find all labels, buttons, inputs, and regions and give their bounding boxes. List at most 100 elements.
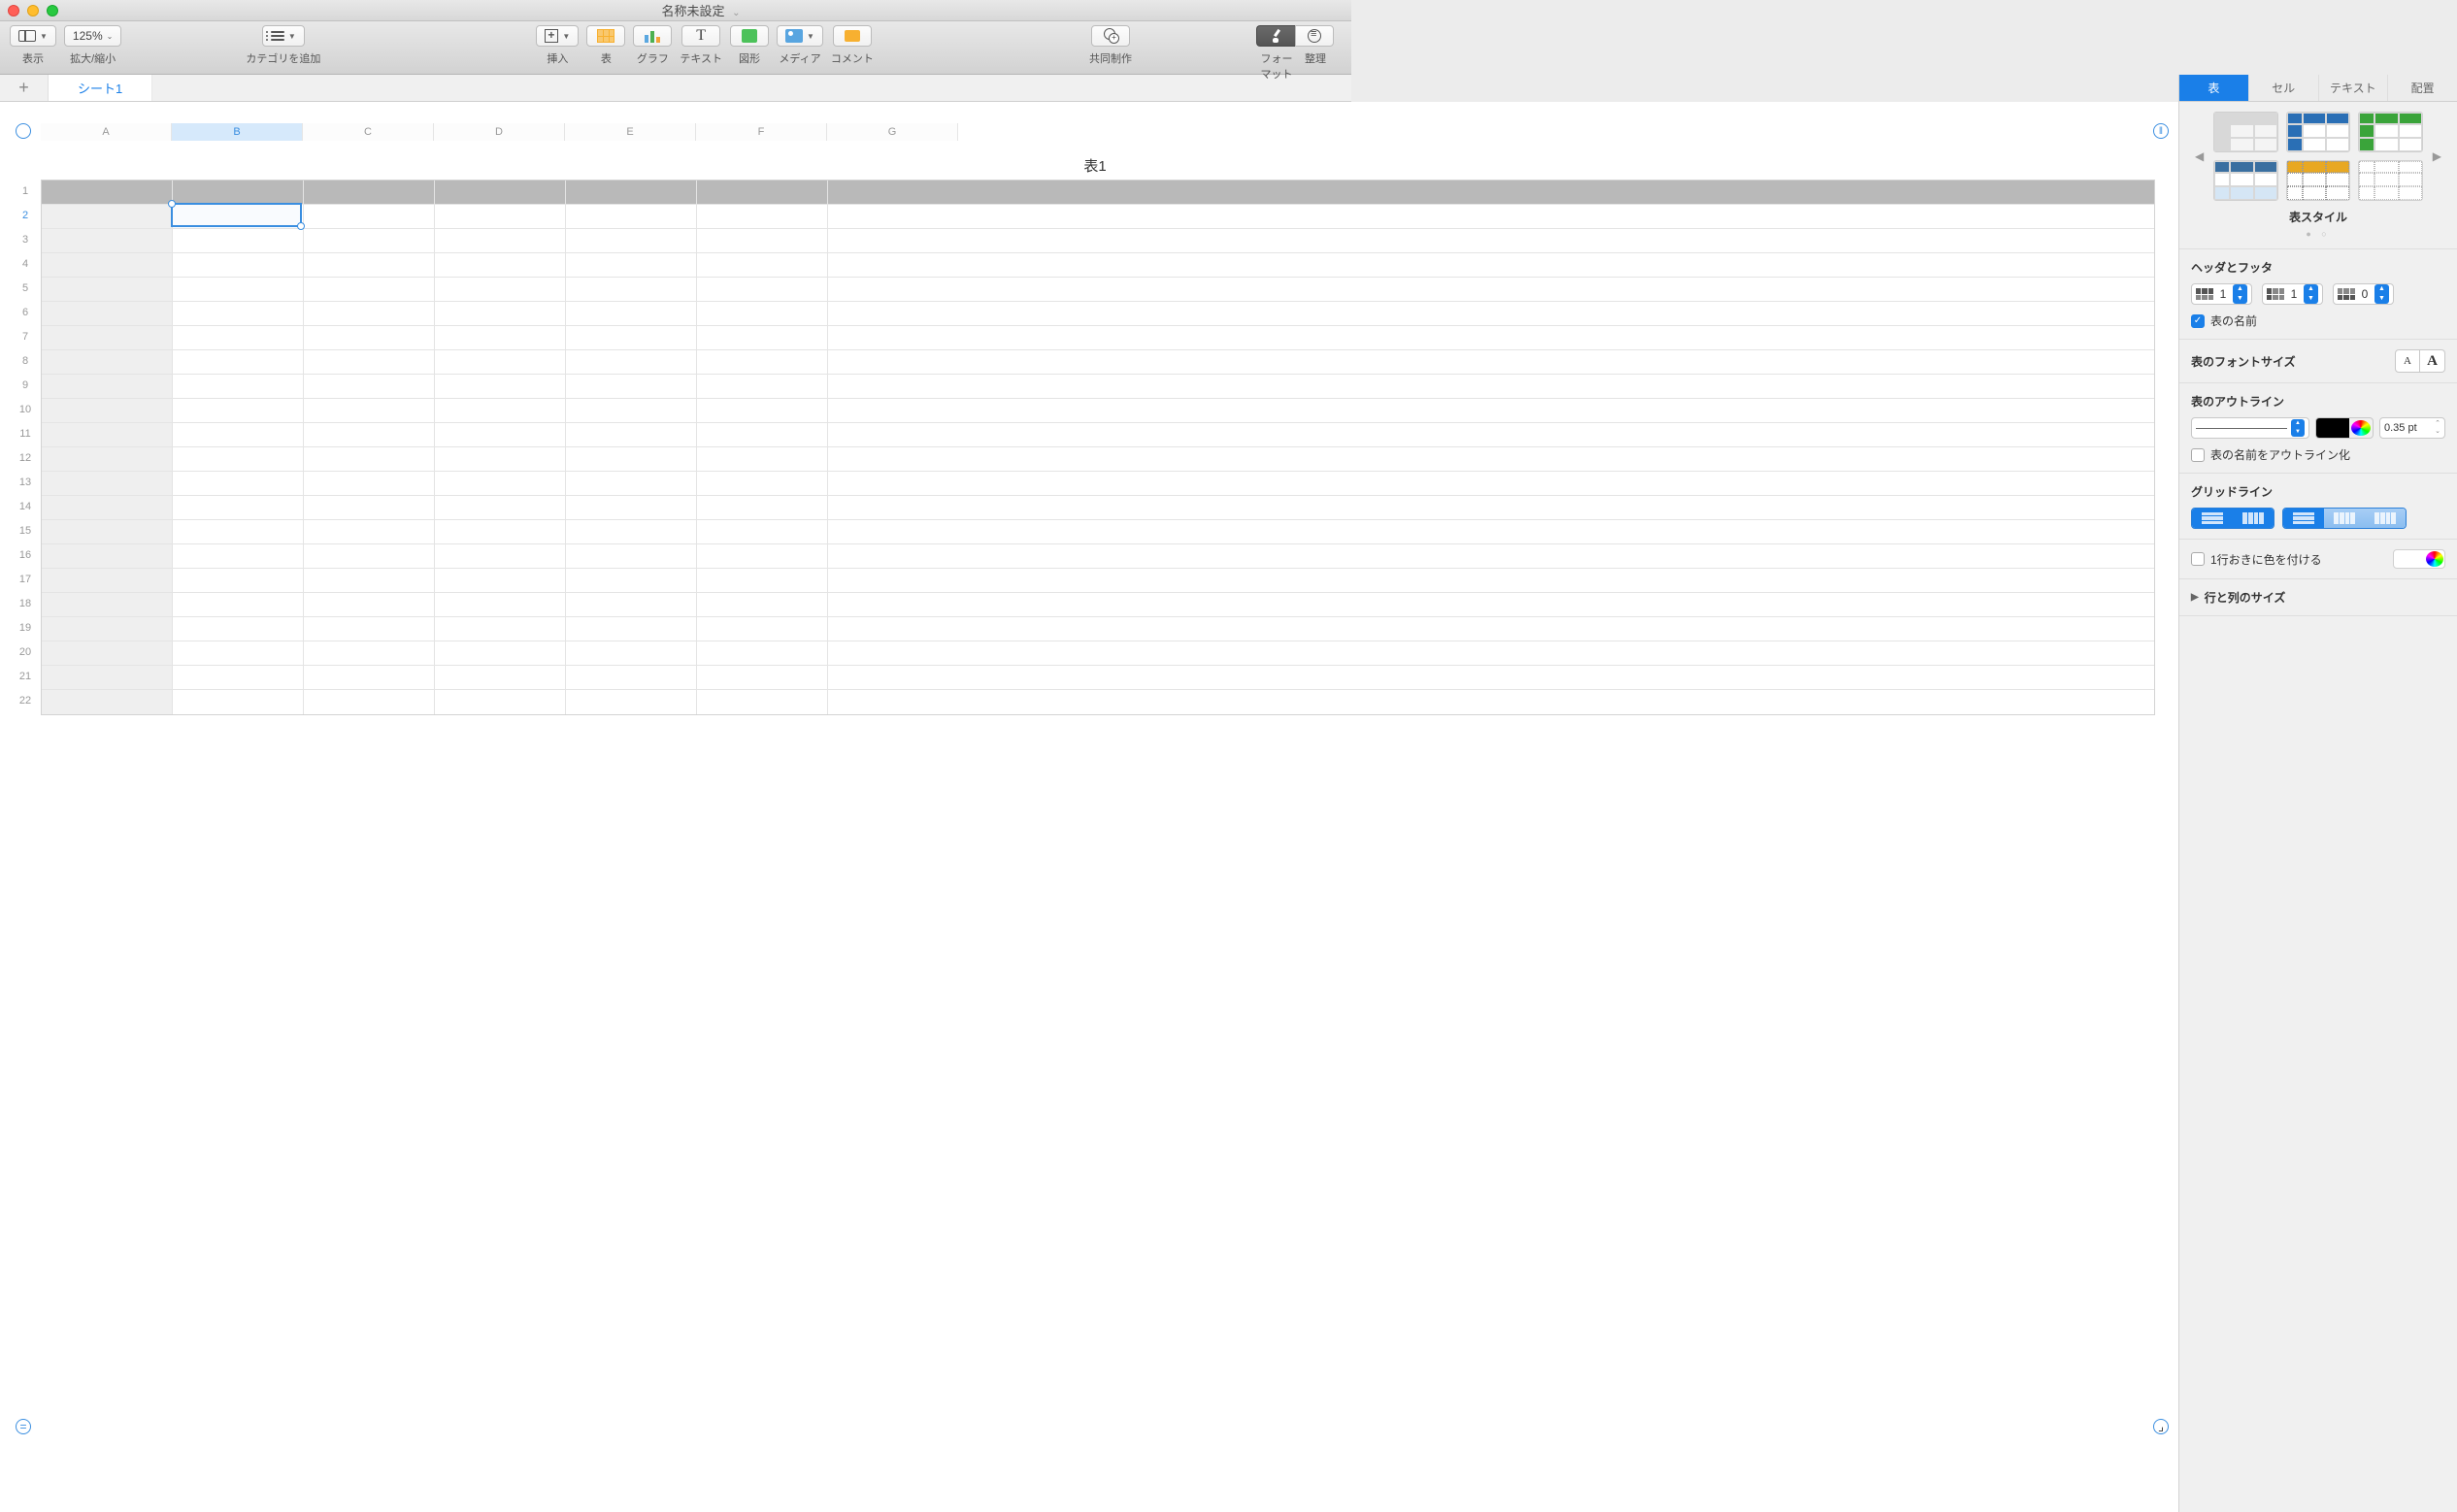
cell[interactable] <box>173 302 304 325</box>
cell[interactable] <box>435 399 566 422</box>
cell[interactable] <box>697 253 828 277</box>
cell[interactable] <box>304 496 435 519</box>
cell[interactable] <box>435 181 566 204</box>
cell[interactable] <box>42 229 173 252</box>
row-header[interactable]: 16 <box>14 543 37 568</box>
cell[interactable] <box>173 375 304 398</box>
stepper-arrows[interactable]: ▲▼ <box>2291 419 2305 437</box>
row-header[interactable]: 17 <box>14 568 37 592</box>
cell[interactable] <box>828 375 959 398</box>
cell[interactable] <box>435 569 566 592</box>
zoom-button[interactable]: 125%⌄ <box>64 25 121 47</box>
cell[interactable] <box>566 593 697 616</box>
cell[interactable] <box>304 253 435 277</box>
cell[interactable] <box>42 666 173 689</box>
cell[interactable] <box>42 569 173 592</box>
row-header[interactable]: 5 <box>14 277 37 301</box>
cell[interactable] <box>42 350 173 374</box>
cell[interactable] <box>173 520 304 543</box>
cell[interactable] <box>304 181 435 204</box>
cell[interactable] <box>42 520 173 543</box>
cell[interactable] <box>304 399 435 422</box>
cell[interactable] <box>435 350 566 374</box>
cell[interactable] <box>42 593 173 616</box>
cell[interactable] <box>173 447 304 471</box>
cell[interactable] <box>566 205 697 228</box>
font-smaller-button[interactable]: A <box>2395 349 2420 373</box>
row-header[interactable]: 13 <box>14 471 37 495</box>
cell[interactable] <box>435 205 566 228</box>
cell[interactable] <box>566 278 697 301</box>
cell[interactable] <box>566 617 697 641</box>
cell[interactable] <box>828 690 959 714</box>
gridline-body-h-button[interactable] <box>2192 509 2233 528</box>
cell[interactable] <box>173 205 304 228</box>
column-header[interactable]: A <box>41 123 172 141</box>
cell[interactable] <box>697 496 828 519</box>
gridline-body-v-button[interactable] <box>2233 509 2274 528</box>
cells[interactable] <box>41 180 2155 715</box>
cell[interactable] <box>435 229 566 252</box>
cell[interactable] <box>435 690 566 714</box>
row-header[interactable]: 1 <box>14 180 37 204</box>
cell[interactable] <box>828 326 959 349</box>
stepper-arrows[interactable]: ▲▼ <box>2374 284 2389 304</box>
gridline-header-h-button[interactable] <box>2283 509 2324 528</box>
cell[interactable] <box>566 302 697 325</box>
table-style-5[interactable] <box>2286 160 2351 201</box>
cell[interactable] <box>828 666 959 689</box>
add-sheet-button[interactable]: + <box>0 75 49 101</box>
cell[interactable] <box>42 253 173 277</box>
cell[interactable] <box>304 569 435 592</box>
cell[interactable] <box>435 520 566 543</box>
cell[interactable] <box>304 278 435 301</box>
close-window-button[interactable] <box>8 5 19 16</box>
cell[interactable] <box>173 666 304 689</box>
cell[interactable] <box>697 229 828 252</box>
cell[interactable] <box>828 350 959 374</box>
cell[interactable] <box>304 205 435 228</box>
cell[interactable] <box>435 423 566 446</box>
cell[interactable] <box>173 423 304 446</box>
cell[interactable] <box>566 253 697 277</box>
cell[interactable] <box>828 302 959 325</box>
add-row-handle[interactable]: = <box>16 1419 31 1434</box>
cell[interactable] <box>697 205 828 228</box>
color-wheel-icon[interactable] <box>2351 420 2371 436</box>
cell[interactable] <box>304 690 435 714</box>
cell[interactable] <box>304 544 435 568</box>
cell[interactable] <box>304 617 435 641</box>
cell[interactable] <box>566 520 697 543</box>
organize-button[interactable] <box>1295 25 1334 47</box>
cell[interactable] <box>697 447 828 471</box>
add-column-handle[interactable]: ‖ <box>2153 123 2169 139</box>
column-header[interactable]: D <box>434 123 565 141</box>
cell[interactable] <box>42 496 173 519</box>
cell[interactable] <box>566 666 697 689</box>
inspector-tab-cell[interactable]: セル <box>2249 75 2319 101</box>
cell[interactable] <box>435 302 566 325</box>
row-header[interactable]: 14 <box>14 495 37 519</box>
cell[interactable] <box>435 472 566 495</box>
stepper-arrows[interactable]: ▲▼ <box>2304 284 2318 304</box>
cell[interactable] <box>42 278 173 301</box>
cell[interactable] <box>828 423 959 446</box>
shape-button[interactable] <box>730 25 769 47</box>
row-header[interactable]: 18 <box>14 592 37 616</box>
cell[interactable] <box>566 326 697 349</box>
cell[interactable] <box>304 593 435 616</box>
table-style-2[interactable] <box>2286 112 2351 152</box>
outline-width-stepper[interactable]: 0.35 pt ⌃⌄ <box>2379 417 2445 439</box>
cell[interactable] <box>828 641 959 665</box>
cell[interactable] <box>173 326 304 349</box>
cell[interactable] <box>435 617 566 641</box>
cell[interactable] <box>566 229 697 252</box>
row-header[interactable]: 15 <box>14 519 37 543</box>
cell[interactable] <box>173 229 304 252</box>
view-button[interactable]: ▼ <box>10 25 56 47</box>
cell[interactable] <box>42 399 173 422</box>
row-header[interactable]: 19 <box>14 616 37 641</box>
media-button[interactable]: ▼ <box>777 25 823 47</box>
collaborate-button[interactable] <box>1091 25 1130 47</box>
cell[interactable] <box>697 472 828 495</box>
